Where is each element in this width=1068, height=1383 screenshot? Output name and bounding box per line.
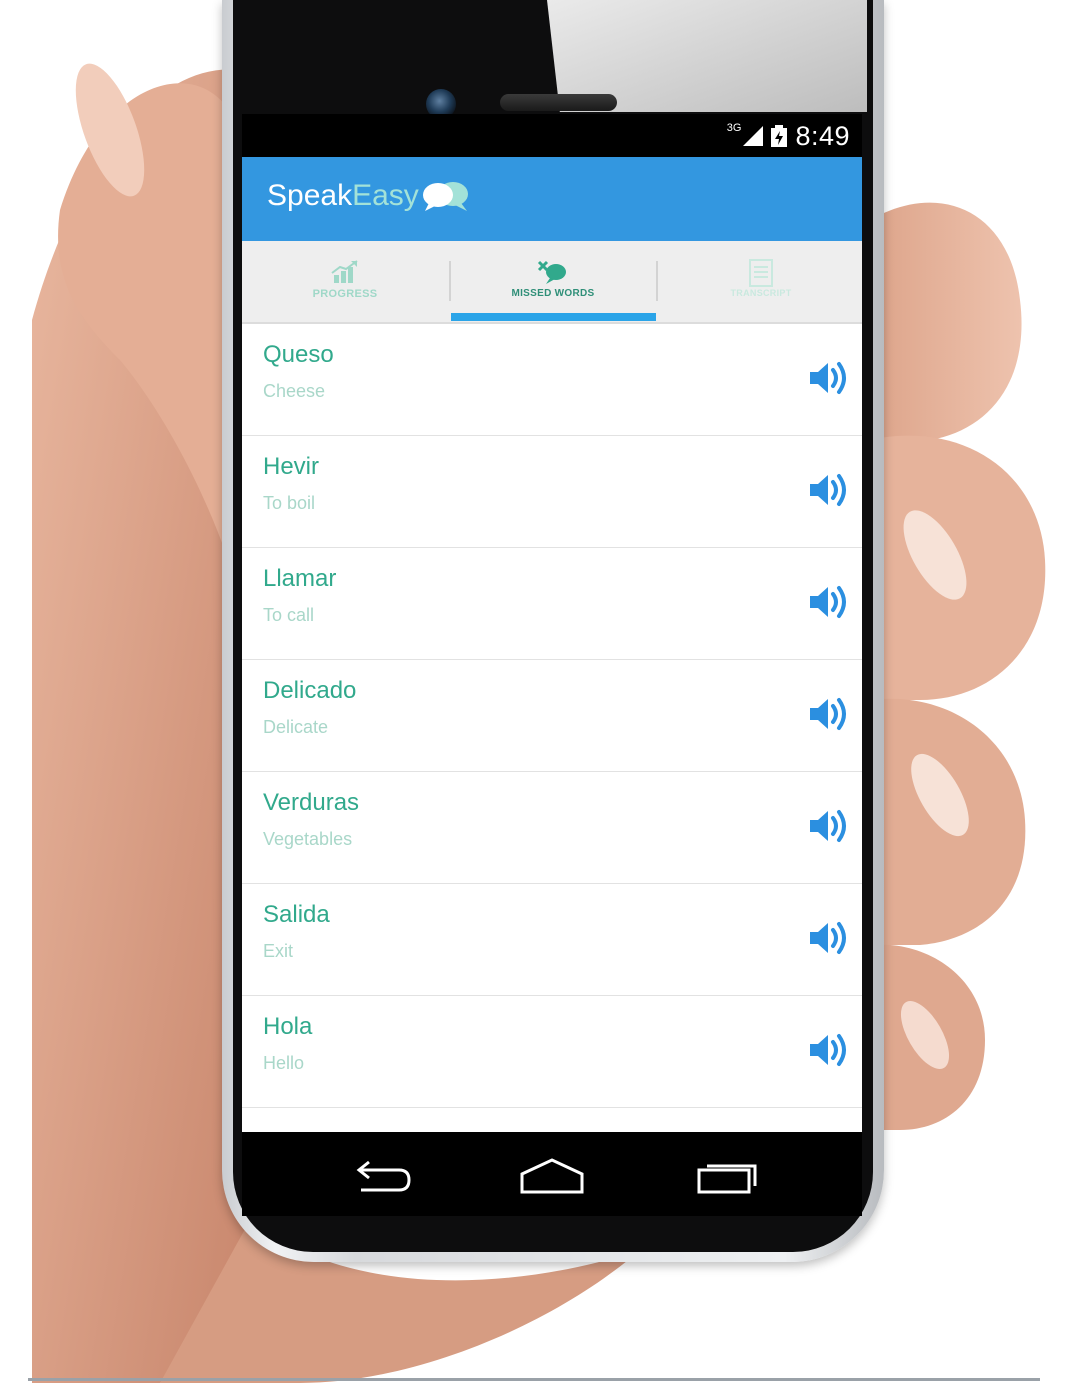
network-type: 3G: [726, 122, 742, 134]
chart-icon: [331, 260, 358, 283]
tab-missed-words-label: MISSED WORDS: [511, 288, 595, 299]
speaker-icon: [810, 474, 846, 506]
tab-progress-label: PROGRESS: [312, 288, 378, 300]
tab-bar: PROGRESS MISSED WORDS TRANSCRIPT: [242, 241, 862, 324]
transcript-icon: [749, 259, 773, 287]
english-translation: Hello: [263, 1053, 305, 1073]
tab-progress[interactable]: PROGRESS: [242, 241, 448, 322]
spanish-word: Hola: [263, 1013, 313, 1040]
speaker-icon: [810, 1034, 846, 1066]
home-icon: [520, 1158, 584, 1194]
earpiece-speaker: [500, 94, 617, 111]
word-row[interactable]: Llamar To call: [242, 548, 862, 660]
word-row[interactable]: Verduras Vegetables: [242, 772, 862, 884]
spanish-word: Salida: [263, 901, 330, 928]
play-pronunciation-button[interactable]: [808, 1030, 852, 1070]
word-row[interactable]: Salida Exit: [242, 884, 862, 996]
speaker-icon: [810, 586, 846, 618]
status-time: 8:49: [795, 120, 850, 151]
missed-words-list: Queso Cheese Hevir To boil Llamar To call Deli…: [242, 324, 862, 1148]
spanish-word: Queso: [263, 341, 334, 368]
spanish-word: Verduras: [263, 789, 360, 816]
play-pronunciation-button[interactable]: [808, 806, 852, 846]
status-bar: 3G 8:49: [242, 114, 862, 157]
english-translation: Delicate: [263, 717, 329, 737]
play-pronunciation-button[interactable]: [808, 358, 852, 398]
missed-words-icon: [537, 260, 566, 284]
signal-icon: [743, 126, 764, 146]
speaker-icon: [810, 922, 846, 954]
english-translation: To call: [263, 605, 315, 625]
recents-icon: [697, 1164, 757, 1194]
phone-screen: 3G 8:49 Speak Easy PROGRESS MISSED WORDS…: [242, 114, 862, 1216]
home-button[interactable]: [512, 1154, 592, 1198]
back-icon: [356, 1160, 411, 1192]
logo-text-easy: Easy: [352, 179, 419, 212]
play-pronunciation-button[interactable]: [808, 470, 852, 510]
active-tab-indicator: [451, 313, 656, 321]
word-row[interactable]: Hola Hello: [242, 996, 862, 1108]
play-pronunciation-button[interactable]: [808, 694, 852, 734]
app-logo: Speak Easy: [267, 179, 471, 213]
english-translation: To boil: [263, 493, 316, 513]
speaker-icon: [810, 362, 846, 394]
recents-button[interactable]: [687, 1154, 767, 1198]
chat-bubbles-icon: [422, 182, 468, 211]
tab-missed-words[interactable]: MISSED WORDS: [450, 241, 656, 322]
tab-transcript[interactable]: TRANSCRIPT: [658, 241, 862, 322]
spanish-word: Llamar: [263, 565, 337, 592]
english-translation: Cheese: [263, 381, 326, 401]
battery-icon: [771, 125, 788, 147]
english-translation: Vegetables: [263, 829, 353, 849]
tab-transcript-label: TRANSCRIPT: [730, 288, 792, 298]
english-translation: Exit: [263, 941, 294, 961]
speaker-icon: [810, 698, 846, 730]
bottom-rule: [28, 1378, 1040, 1381]
play-pronunciation-button[interactable]: [808, 582, 852, 622]
app-bar: Speak Easy: [242, 157, 862, 241]
speaker-icon: [810, 810, 846, 842]
play-pronunciation-button[interactable]: [808, 918, 852, 958]
word-row[interactable]: Queso Cheese: [242, 324, 862, 436]
word-row[interactable]: Hevir To boil: [242, 436, 862, 548]
word-row[interactable]: Delicado Delicate: [242, 660, 862, 772]
status-indicators: 3G 8:49: [727, 120, 850, 152]
logo-text-speak: Speak: [267, 179, 353, 212]
back-button[interactable]: [339, 1154, 419, 1198]
spanish-word: Hevir: [263, 453, 320, 480]
navigation-bar: [242, 1132, 862, 1216]
spanish-word: Delicado: [263, 677, 357, 704]
